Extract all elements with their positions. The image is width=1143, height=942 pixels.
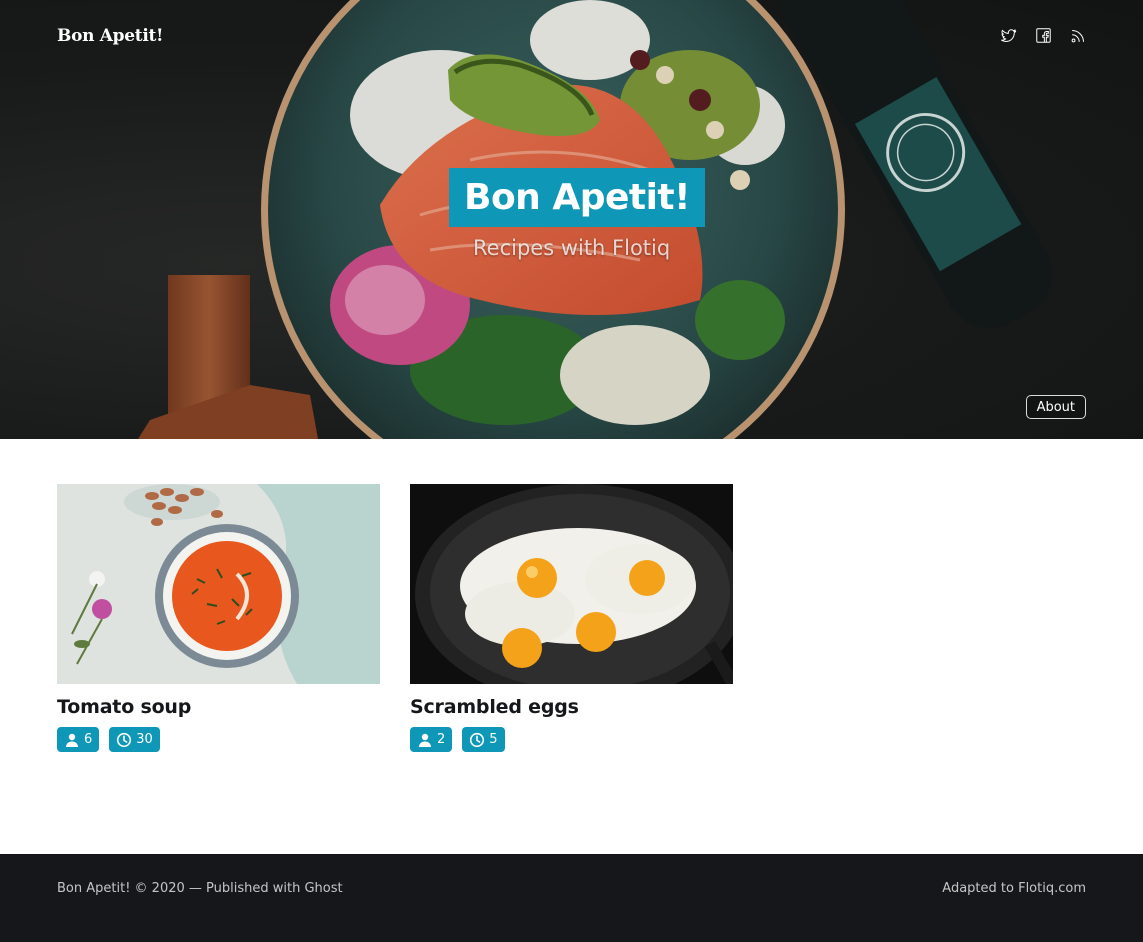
recipe-image-scrambled-eggs[interactable] xyxy=(410,484,733,684)
user-icon xyxy=(419,733,431,747)
social-links xyxy=(1000,27,1087,44)
servings-badge: 6 xyxy=(57,727,100,752)
servings-value: 6 xyxy=(84,732,93,747)
time-value: 30 xyxy=(136,732,153,747)
recipe-meta: 6 30 xyxy=(57,727,380,752)
recipe-image-tomato-soup[interactable] xyxy=(57,484,380,684)
site-title-box: Bon Apetit! xyxy=(449,168,706,227)
user-icon xyxy=(66,733,78,747)
footer-link-flotiq[interactable]: Adapted to Flotiq.com xyxy=(942,881,1086,896)
recipe-title[interactable]: Tomato soup xyxy=(57,696,380,718)
recipe-title[interactable]: Scrambled eggs xyxy=(410,696,733,718)
about-button[interactable]: About xyxy=(1025,395,1086,419)
clock-icon xyxy=(470,732,485,747)
servings-value: 2 xyxy=(437,732,446,747)
recipe-card[interactable]: Tomato soup 6 30 xyxy=(57,484,380,752)
site-logo[interactable]: Bon Apetit! xyxy=(57,26,164,46)
servings-badge: 2 xyxy=(410,727,453,752)
twitter-icon[interactable] xyxy=(1000,27,1017,44)
time-badge: 30 xyxy=(109,727,160,752)
site-description: Recipes with Flotiq xyxy=(473,236,671,260)
time-value: 5 xyxy=(489,732,498,747)
footer-copyright: Bon Apetit! © 2020 — Published with Ghos… xyxy=(57,881,343,896)
facebook-icon[interactable] xyxy=(1035,27,1052,44)
hero-header: Bon Apetit! Bon Apetit! Recipes with Flo… xyxy=(0,0,1143,439)
recipe-feed: Tomato soup 6 30 Scrambled eggs 2 5 xyxy=(57,484,733,752)
clock-icon xyxy=(117,732,132,747)
rss-icon[interactable] xyxy=(1070,27,1087,44)
site-title: Bon Apetit! xyxy=(464,177,691,218)
time-badge: 5 xyxy=(462,727,505,752)
recipe-card[interactable]: Scrambled eggs 2 5 xyxy=(410,484,733,752)
recipe-meta: 2 5 xyxy=(410,727,733,752)
site-footer: Bon Apetit! © 2020 — Published with Ghos… xyxy=(0,854,1143,942)
